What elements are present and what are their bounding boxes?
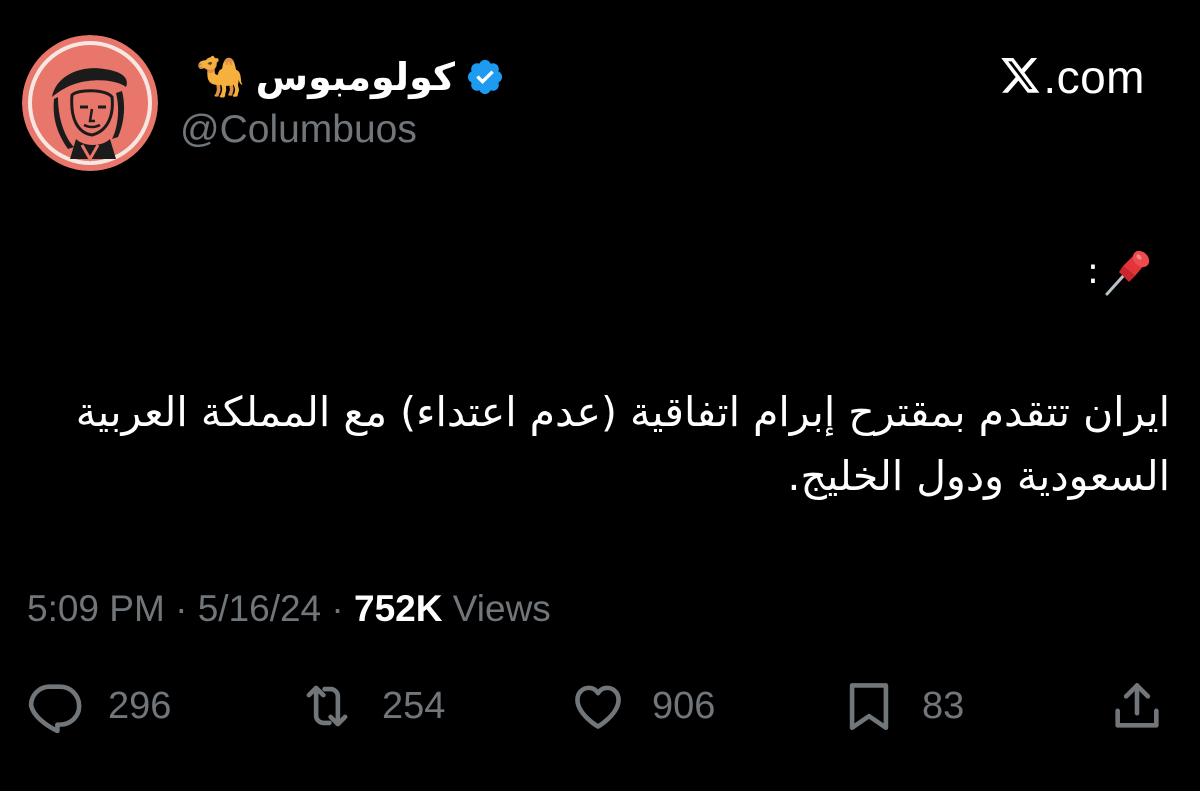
reply-count: 296: [108, 685, 172, 727]
bookmark-button[interactable]: 83: [840, 676, 964, 736]
tweet-date[interactable]: 5/16/24: [198, 588, 321, 629]
brand-domain-text: .com: [1043, 51, 1145, 103]
columbus-portrait-avatar-icon: [22, 35, 158, 171]
pin-line: :: [1087, 240, 1153, 304]
meta-separator: ·: [331, 588, 344, 629]
display-name-row[interactable]: 🐪 كولومبوس: [196, 54, 505, 100]
bookmark-count: 83: [922, 685, 965, 727]
tweet-text: ايران تتقدم بمقترح إبرام اتفاقية (عدم اع…: [75, 388, 1170, 500]
views-label: Views: [452, 588, 551, 629]
user-handle[interactable]: @Columbuos: [180, 106, 417, 154]
display-name[interactable]: كولومبوس: [256, 54, 455, 100]
x-logo-icon: [1001, 58, 1041, 96]
like-button[interactable]: 906: [568, 676, 715, 736]
bookmark-icon: [840, 677, 898, 735]
avatar[interactable]: [22, 35, 158, 171]
share-button[interactable]: [1108, 676, 1166, 736]
repost-count: 254: [382, 685, 446, 727]
camel-emoji: 🐪: [195, 54, 246, 100]
tweet-time[interactable]: 5:09 PM: [27, 588, 165, 629]
share-icon: [1108, 677, 1166, 735]
reply-button[interactable]: 296: [26, 676, 171, 736]
repost-button[interactable]: 254: [296, 676, 445, 736]
pushpin-icon: [1101, 246, 1153, 298]
verified-badge-icon: [465, 57, 505, 97]
tweet-meta: 5:09 PM · 5/16/24 · 752K Views: [27, 585, 551, 633]
x-com-brand: .com: [1001, 48, 1145, 106]
repost-icon: [296, 677, 358, 735]
views-count: 752K: [354, 588, 443, 629]
pin-colon: :: [1086, 251, 1099, 292]
action-bar: 296 254 906 83: [0, 676, 1200, 736]
reply-icon: [26, 677, 84, 735]
heart-icon: [568, 677, 628, 735]
like-count: 906: [652, 685, 716, 727]
meta-separator: ·: [175, 588, 188, 629]
